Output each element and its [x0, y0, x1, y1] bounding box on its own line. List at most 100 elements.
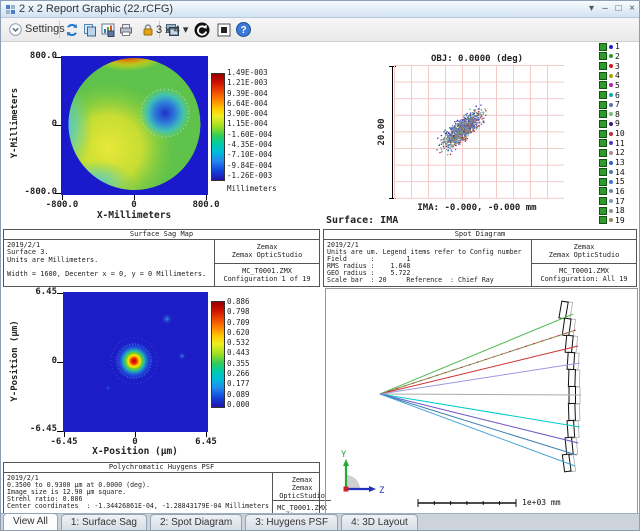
- config-color-dot: [609, 64, 613, 69]
- spot-info-lines: 2019/2/1 Units are um. Legend items refer…: [327, 241, 522, 285]
- brand-cell: Zemax Zemax OpticStudio: [279, 476, 325, 500]
- sag-y-axis-label: Y-Millimeters: [10, 87, 20, 159]
- psf-colorbar: [211, 301, 225, 408]
- config-checkbox[interactable]: [599, 119, 607, 128]
- config-number: 4: [615, 71, 620, 81]
- file-cell: MC_T0001.ZMXConfiguration: All 19: [532, 262, 636, 287]
- config-checkbox[interactable]: [599, 216, 607, 225]
- config-number: 13: [615, 158, 625, 167]
- config-number: 8: [615, 109, 620, 119]
- config-color-dot: [609, 102, 613, 107]
- legend-item: 13: [599, 158, 637, 168]
- legend-item: 14: [599, 167, 637, 177]
- config-checkbox[interactable]: [599, 139, 607, 148]
- print-icon: [119, 23, 132, 36]
- config-color-dot: [609, 54, 613, 59]
- sag-ytick: 800.0: [29, 51, 57, 61]
- close-button[interactable]: ×: [626, 2, 639, 15]
- spot-info-box: Spot Diagram 2019/2/1 Units are um. Legen…: [323, 229, 637, 287]
- config-number: 9: [615, 119, 620, 129]
- legend-item: 1: [599, 42, 637, 52]
- psf-y-axis-label: Y-Position (µm): [10, 320, 20, 402]
- help-button[interactable]: ?: [235, 21, 252, 38]
- animate-button[interactable]: [193, 21, 210, 38]
- psf-info-box: Polychromatic Huygens PSF 2019/2/1 0.3500…: [3, 462, 332, 528]
- config-checkbox[interactable]: [599, 129, 607, 138]
- config-checkbox[interactable]: [599, 158, 607, 167]
- lock-button[interactable]: [139, 21, 156, 38]
- config-checkbox[interactable]: [599, 148, 607, 157]
- config-checkbox[interactable]: [599, 100, 607, 109]
- grid-size-dropdown[interactable]: 3 x 4 ▾: [156, 23, 188, 36]
- brand-cell: Zemax Zemax OpticStudio: [548, 243, 620, 259]
- config-color-dot: [609, 44, 613, 49]
- maximize-button[interactable]: □: [612, 2, 625, 15]
- config-checkbox[interactable]: [599, 81, 607, 90]
- legend-item: 18: [599, 206, 637, 216]
- tab-2-spot-diagram[interactable]: 2: Spot Diagram: [150, 514, 243, 530]
- config-number: 3: [615, 61, 620, 71]
- config-color-dot: [609, 121, 613, 126]
- layout3d-drawing: YZ: [341, 300, 582, 507]
- app-icon: [6, 5, 15, 14]
- config-color-dot: [609, 218, 613, 223]
- config-color-dot: [609, 189, 613, 194]
- config-color-dot: [609, 83, 613, 88]
- config-number: 1: [615, 42, 620, 52]
- config-color-dot: [609, 141, 613, 146]
- legend-item: 6: [599, 90, 637, 100]
- psf-info-title: Polychromatic Huygens PSF: [4, 463, 319, 473]
- config-checkbox[interactable]: [599, 168, 607, 177]
- config-checkbox[interactable]: [599, 177, 607, 186]
- legend-item: 11: [599, 138, 637, 148]
- config-checkbox[interactable]: [599, 91, 607, 100]
- app-window: 2 x 2 Report Graphic (22.rCFG) ▾ – □ × Sett…: [0, 0, 640, 531]
- tab-1-surface-sag[interactable]: 1: Surface Sag: [60, 514, 147, 530]
- config-checkbox[interactable]: [599, 42, 607, 51]
- sag-xtick: 800.0: [192, 200, 220, 210]
- config-checkbox[interactable]: [599, 62, 607, 71]
- spot-scale-label: 20.00: [377, 118, 387, 146]
- config-color-dot: [609, 73, 613, 78]
- config-color-dot: [609, 160, 613, 165]
- legend-item: 12: [599, 148, 637, 158]
- legend-item: 4: [599, 71, 637, 81]
- legend-item: 16: [599, 187, 637, 197]
- config-number: 2: [615, 51, 620, 61]
- frame-button[interactable]: [215, 21, 232, 38]
- config-checkbox[interactable]: [599, 110, 607, 119]
- refresh-button[interactable]: [63, 21, 80, 38]
- tab-3-huygens-psf[interactable]: 3: Huygens PSF: [245, 514, 339, 530]
- config-checkbox[interactable]: [599, 52, 607, 61]
- legend-item: 8: [599, 109, 637, 119]
- copy-button[interactable]: [81, 21, 98, 38]
- spot-diagram-plot: [394, 65, 564, 199]
- menu-button[interactable]: ▾: [585, 2, 598, 15]
- sag-xtick: 0: [131, 200, 137, 210]
- save-graphic-button[interactable]: [99, 21, 116, 38]
- legend-item: 3: [599, 61, 637, 71]
- legend-item: 2: [599, 52, 637, 62]
- sag-colorbar-labels: 1.49E-003 1.21E-003 9.39E-004 6.64E-004 3.90…: [227, 68, 273, 180]
- config-checkbox[interactable]: [599, 197, 607, 206]
- tab-4-3d-layout[interactable]: 4: 3D Layout: [341, 514, 418, 530]
- title-bar: 2 x 2 Report Graphic (22.rCFG) ▾ – □ ×: [1, 1, 639, 18]
- config-checkbox[interactable]: [599, 71, 607, 80]
- config-checkbox[interactable]: [599, 187, 607, 196]
- print-button[interactable]: [117, 21, 134, 38]
- config-number: 19: [615, 215, 625, 225]
- config-color-dot: [609, 199, 613, 204]
- config-number: 17: [615, 196, 625, 206]
- config-checkbox[interactable]: [599, 206, 607, 215]
- copy-icon: [83, 23, 96, 36]
- tab-view-all[interactable]: View All: [3, 513, 58, 530]
- toolbar-separator: [59, 21, 60, 38]
- legend-item: 10: [599, 129, 637, 139]
- spot-ima-label: IMA: -0.000, -0.000 mm: [417, 203, 537, 213]
- huygens-psf-map: [63, 292, 208, 432]
- psf-ytick: -6.45: [29, 424, 57, 434]
- minimize-button[interactable]: –: [599, 2, 612, 15]
- config-number: 5: [615, 80, 620, 90]
- brand-cell: Zemax Zemax OpticStudio: [231, 243, 303, 259]
- save-graphic-icon: [101, 23, 114, 37]
